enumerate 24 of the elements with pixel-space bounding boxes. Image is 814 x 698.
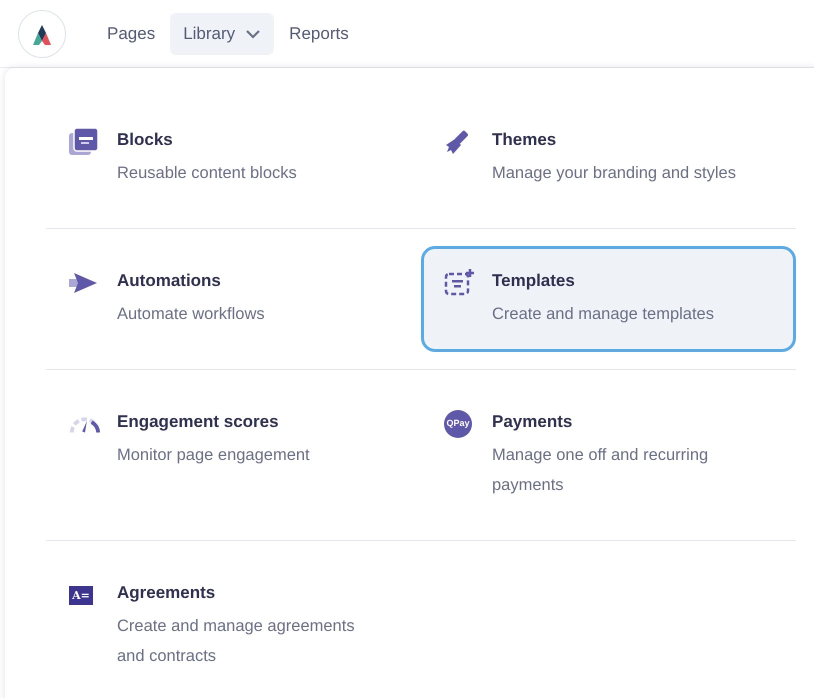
menu-item-description: Manage your branding and styles [492,163,737,184]
menu-item-description: Create and manage agreements and contracts [117,616,356,667]
agreement-icon: A= [69,586,93,604]
dashed-template-icon [444,269,474,297]
logo[interactable] [18,10,66,58]
menu-item-description: Manage one off and recurring payments [492,445,710,496]
nav-tab[interactable]: Reports [276,12,362,54]
menu-item-title: Engagement scores [117,411,280,433]
menu-item-title: Templates [492,270,576,292]
nav-tab[interactable]: Pages [94,12,168,54]
nav-tab[interactable]: Library [170,12,274,54]
menu-item[interactable]: Templates Create and manage templates [421,246,796,352]
menu-item-title: Agreements [117,582,216,604]
menu-item-title: Automations [117,270,222,292]
menu-item-description: Monitor page engagement [117,445,311,466]
menu-item-title: Themes [492,129,558,151]
menu-item-description: Create and manage templates [492,304,715,325]
menu-item-title: Payments [492,411,574,433]
menu-item-title: Blocks [117,129,174,151]
menu-item-description: Reusable content blocks [117,163,298,184]
play-arrow-icon [69,272,99,294]
stacked-cards-icon [69,128,99,156]
menu-item-description: Automate workflows [117,304,266,325]
pay-badge-icon: QPay [444,410,472,438]
